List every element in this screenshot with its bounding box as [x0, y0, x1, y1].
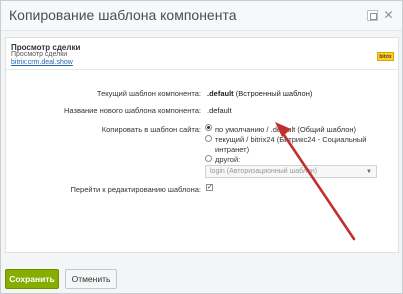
copy-to-site-template-label: Копировать в шаблон сайта: [101, 125, 201, 134]
radio-default-template[interactable] [205, 124, 212, 131]
expand-icon[interactable] [367, 10, 378, 21]
radio-other-template[interactable] [205, 155, 212, 162]
radio-other-template-label[interactable]: другой: [215, 155, 240, 164]
other-template-select[interactable]: login (Авторизационный шаблон) ▼ [205, 165, 377, 178]
close-icon[interactable]: ✕ [383, 9, 394, 21]
current-template-value: .default (Встроенный шаблон) [207, 89, 313, 98]
new-template-name-value: .default [207, 106, 232, 115]
current-template-label: Текущий шаблон компонента: [96, 89, 201, 98]
radio-default-template-label[interactable]: по умолчанию / .default (Общий шаблон) [215, 125, 356, 134]
go-to-edit-checkbox[interactable]: ✓ [206, 184, 213, 191]
cancel-button[interactable]: Отменить [65, 269, 117, 289]
other-template-select-value: login (Авторизационный шаблон) [210, 168, 318, 175]
go-to-edit-label: Перейти к редактированию шаблона: [70, 185, 201, 194]
radio-current-template-label[interactable]: текущий / bitrix24 (Битрикс24 - Социальн… [215, 135, 385, 155]
save-button[interactable]: Сохранить [5, 269, 59, 289]
component-code-link[interactable]: bitrix:crm.deal.show [11, 59, 73, 66]
chevron-down-icon: ▼ [366, 169, 372, 175]
bitrix-badge: bitrix [377, 52, 394, 61]
radio-current-template[interactable] [205, 135, 212, 142]
dialog-content: Просмотр сделки Просмотр сделки bitrix:c… [5, 37, 399, 253]
component-subheading: Просмотр сделки [11, 51, 68, 58]
new-template-name-label: Название нового шаблона компонента: [64, 106, 201, 115]
dialog-titlebar[interactable]: Копирование шаблона компонента ✕ [1, 1, 402, 31]
copy-template-dialog: Копирование шаблона компонента ✕ Просмот… [0, 0, 403, 294]
dialog-title: Копирование шаблона компонента [9, 7, 237, 23]
component-info: Просмотр сделки Просмотр сделки bitrix:c… [6, 38, 398, 70]
